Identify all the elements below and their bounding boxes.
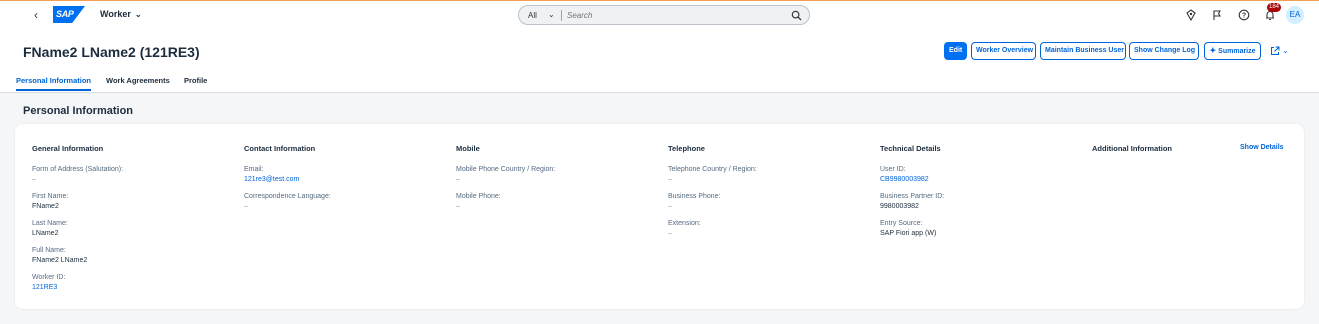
field-value: – [456,176,460,183]
header-divider [0,92,1319,93]
summarize-label: Summarize [1218,48,1256,55]
search-icon[interactable] [791,10,802,21]
chevron-down-icon: ⌄ [134,10,142,19]
svg-text:?: ? [1242,13,1246,20]
mobile-phone-field: Mobile Phone: – [456,193,656,220]
share-icon[interactable] [1270,46,1280,56]
help-icon[interactable]: ? [1238,9,1250,21]
notification-count-badge: 184 [1267,3,1282,12]
email-field: Email: 121re3@test.com [244,166,444,193]
back-icon[interactable]: ‹ [30,8,42,22]
contact-information-group: Contact Information Email: 121re3@test.c… [244,144,444,220]
summarize-button[interactable]: ✦ Summarize [1204,42,1261,60]
group-heading: Mobile [456,144,480,153]
section-title: Personal Information [23,105,134,117]
chevron-down-icon[interactable]: ⌄ [1282,46,1289,55]
chevron-down-icon[interactable]: ⌄ [548,10,555,19]
field-label: User ID: [880,166,906,173]
mobile-country-field: Mobile Phone Country / Region: – [456,166,656,193]
user-avatar[interactable]: EA [1286,6,1304,24]
field-value: – [32,176,36,183]
first-name-field: First Name: FName2 [32,193,232,220]
object-page-header: FName2 LName2 (121RE3) Edit Worker Overv… [0,29,1319,92]
field-value: – [668,230,672,237]
field-label: Correspondence Language: [244,193,331,200]
full-name-field: Full Name: FName2 LName2 [32,247,232,274]
search-divider [561,10,562,21]
app-title: Worker [100,9,131,19]
show-details-link[interactable]: Show Details [1240,144,1284,151]
field-label: Form of Address (Salutation): [32,166,124,173]
field-label: Email: [244,166,264,173]
field-label: Entry Source: [880,220,923,227]
sap-logo[interactable]: SAP [53,6,85,23]
field-label: Worker ID: [32,274,66,281]
field-label: Business Partner ID: [880,193,945,200]
field-label: Full Name: [32,247,66,254]
search-field: All ⌄ [518,5,810,25]
telephone-group: Telephone Telephone Country / Region: – … [668,144,868,247]
group-heading: Telephone [668,144,705,153]
user-id-link[interactable]: CB9980003982 [880,176,1080,183]
field-value: – [456,203,460,210]
field-value: LName2 [32,230,59,237]
business-phone-field: Business Phone: – [668,193,868,220]
email-link[interactable]: 121re3@test.com [244,176,444,183]
technical-details-group: Technical Details User ID: CB9980003982 … [880,144,1080,247]
entry-source-field: Entry Source: SAP Fiori app (W) [880,220,1080,247]
joule-icon[interactable] [1185,9,1197,21]
worker-id-link[interactable]: 121RE3 [32,284,232,291]
field-value: 9980003982 [880,203,919,210]
field-value: FName2 LName2 [32,257,88,264]
search-scope-select[interactable]: All [528,11,537,20]
app-title-menu[interactable]: Worker ⌄ [100,9,142,19]
worker-overview-button[interactable]: Worker Overview [971,42,1036,60]
field-label: Mobile Phone Country / Region: [456,166,556,173]
field-label: Mobile Phone: [456,193,501,200]
group-heading: Contact Information [244,144,316,153]
group-heading: Additional Information [1092,144,1172,153]
field-value: SAP Fiori app (W) [880,230,937,237]
field-value: FName2 [32,203,59,210]
search-input[interactable] [567,8,777,22]
maintain-business-user-button[interactable]: Maintain Business User [1040,42,1126,60]
tab-personal-information[interactable]: Personal Information [16,76,91,85]
last-name-field: Last Name: LName2 [32,220,232,247]
correspondence-language-field: Correspondence Language: – [244,193,444,220]
additional-information-group: Additional Information [1092,144,1232,166]
field-label: Telephone Country / Region: [668,166,757,173]
general-information-group: General Information Form of Address (Sal… [32,144,232,301]
user-id-field: User ID: CB9980003982 [880,166,1080,193]
mobile-group: Mobile Mobile Phone Country / Region: – … [456,144,656,220]
personal-information-card: General Information Form of Address (Sal… [15,124,1304,309]
sparkle-icon: ✦ [1209,46,1217,55]
group-heading: General Information [32,144,104,153]
form-of-address-field: Form of Address (Salutation): – [32,166,232,193]
field-label: Last Name: [32,220,68,227]
field-value: – [244,203,248,210]
worker-id-field: Worker ID: 121RE3 [32,274,232,301]
active-tab-indicator [16,89,91,91]
telephone-country-field: Telephone Country / Region: – [668,166,868,193]
extension-field: Extension: – [668,220,868,247]
group-heading: Technical Details [880,144,941,153]
edit-button[interactable]: Edit [944,42,967,60]
field-label: First Name: [32,193,69,200]
page-title: FName2 LName2 (121RE3) [23,44,200,60]
tab-profile[interactable]: Profile [184,76,207,85]
show-change-log-button[interactable]: Show Change Log [1129,42,1199,60]
field-value: – [668,176,672,183]
shell-bar: ‹ SAP Worker⌄ All ⌄ ? 184 EA [0,1,1319,29]
field-value: – [668,203,672,210]
field-label: Business Phone: [668,193,721,200]
business-partner-id-field: Business Partner ID: 9980003982 [880,193,1080,220]
flag-icon[interactable] [1211,9,1223,21]
field-label: Extension: [668,220,701,227]
tab-work-agreements[interactable]: Work Agreements [106,76,170,85]
